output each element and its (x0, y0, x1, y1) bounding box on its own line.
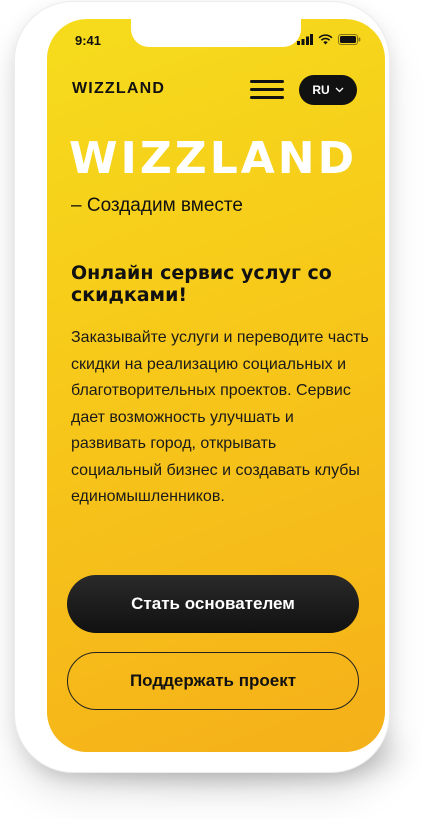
language-label: RU (312, 83, 330, 97)
phone-screen: 9:41 WIZZLAND RU WIZZLAND – Создадим вме… (47, 19, 385, 752)
phone-frame: 9:41 WIZZLAND RU WIZZLAND – Создадим вме… (15, 2, 389, 772)
status-icons (297, 34, 361, 45)
header-logo[interactable]: WIZZLAND (72, 80, 165, 98)
content-headline: Онлайн сервис услуг со скидками! (71, 262, 332, 306)
phone-notch (131, 19, 301, 47)
wifi-icon (318, 34, 333, 45)
support-project-button[interactable]: Поддержать проект (67, 652, 359, 710)
canvas: 9:41 WIZZLAND RU WIZZLAND – Создадим вме… (0, 0, 437, 819)
content-description: Заказывайте услуги и переводите часть ск… (71, 329, 369, 505)
become-founder-button[interactable]: Стать основателем (67, 575, 359, 633)
hero-title: WIZZLAND (69, 133, 358, 184)
battery-icon (338, 34, 361, 45)
chevron-down-icon (335, 87, 344, 93)
language-selector[interactable]: RU (299, 75, 357, 105)
hero-tagline: – Создадим вместе (71, 195, 243, 216)
hamburger-menu-icon[interactable] (250, 80, 284, 100)
header: WIZZLAND RU (67, 74, 365, 108)
status-time: 9:41 (75, 33, 102, 48)
signal-icon (297, 34, 313, 45)
